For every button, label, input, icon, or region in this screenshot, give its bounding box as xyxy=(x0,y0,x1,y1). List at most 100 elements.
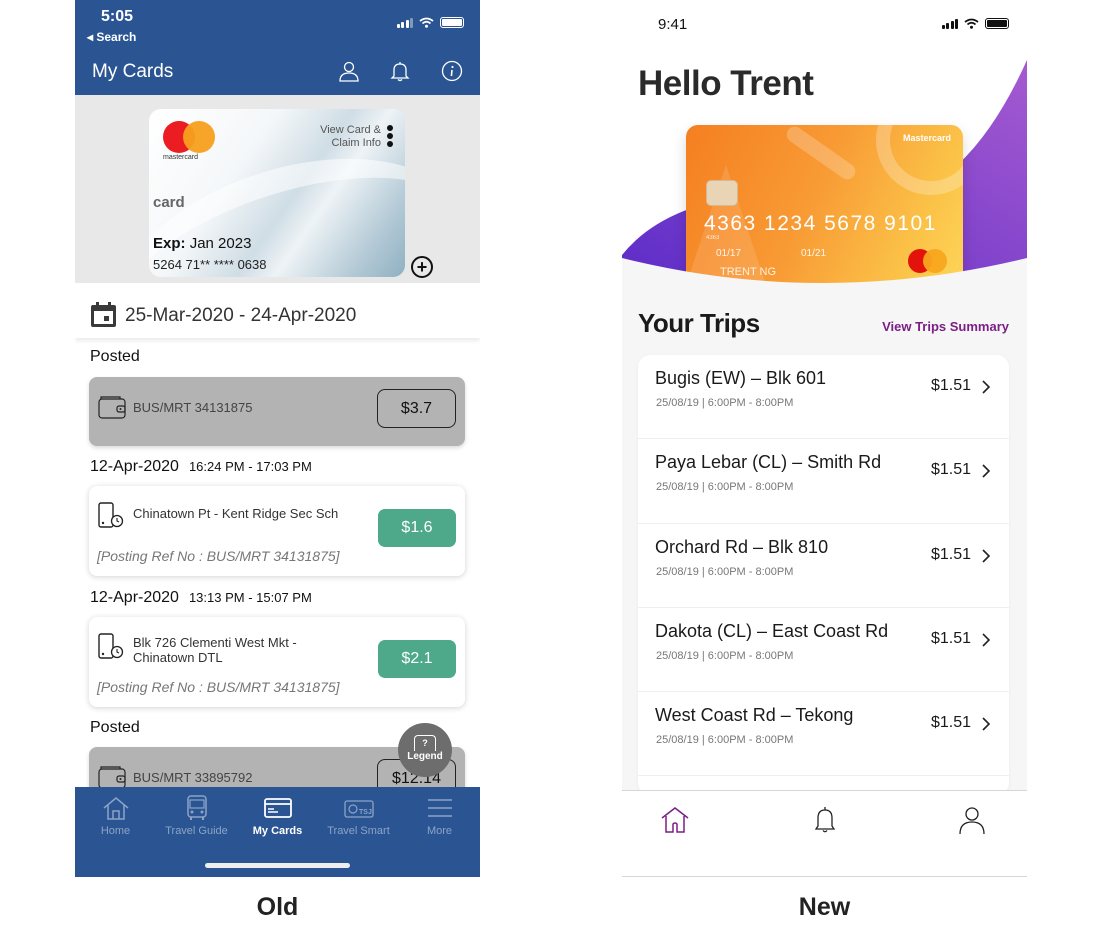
tab-more[interactable]: More xyxy=(399,795,480,837)
chevron-right-icon xyxy=(982,717,991,731)
view-info-line1: View Card & xyxy=(320,124,381,136)
posted-amount[interactable]: $3.7 xyxy=(377,389,456,428)
old-caption: Old xyxy=(256,893,299,921)
trip-fare: $1.51 xyxy=(930,545,971,563)
fare-amount-button[interactable]: $2.1 xyxy=(378,640,456,678)
card-brand: Mastercard xyxy=(902,133,951,143)
calendar-icon xyxy=(91,302,116,327)
fare-amount-button[interactable]: $1.6 xyxy=(378,509,456,547)
greeting-title: Hello Trent xyxy=(638,64,814,103)
svg-text:TSJ: TSJ xyxy=(359,809,372,816)
trip-datetime: 25/08/19 | 6:00PM - 8:00PM xyxy=(656,649,794,662)
trip-date: 12-Apr-2020 xyxy=(90,458,179,475)
tab-home[interactable]: Home xyxy=(75,795,156,837)
page-title: My Cards xyxy=(92,61,174,82)
card-number: 5264 71** **** 0638 xyxy=(153,257,267,272)
card-number-small: 4363 xyxy=(706,235,720,241)
battery-icon xyxy=(440,17,464,28)
new-app-screen: 9:41 Hello Trent Mastercard 4363 1234 56… xyxy=(622,0,1027,877)
trip-row[interactable]: Orchard Rd – Blk 810 25/08/19 | 6:00PM -… xyxy=(638,524,1009,608)
trip-time: 16:24 PM - 17:03 PM xyxy=(188,459,312,474)
bottom-tab-bar: Home Travel Guide My Cards TSJ Travel Sm… xyxy=(75,787,480,877)
chevron-right-icon xyxy=(982,549,991,563)
card-name: card xyxy=(153,194,185,211)
bell-icon[interactable] xyxy=(810,805,840,835)
trip-datetime: 25/08/19 | 6:00PM - 8:00PM xyxy=(656,397,794,409)
trip-card[interactable]: Chinatown Pt - Kent Ridge Sec Sch [Posti… xyxy=(89,486,465,576)
posted-section-label: Posted xyxy=(90,719,140,736)
info-icon[interactable] xyxy=(441,60,463,82)
trip-datetime: 25/08/19 | 6:00PM - 8:00PM xyxy=(656,481,794,494)
tab-label: Home xyxy=(100,825,131,837)
chevron-right-icon xyxy=(982,380,991,394)
trip-route: Bugis (EW) – Blk 601 xyxy=(655,368,827,388)
new-header-area: 9:41 Hello Trent Mastercard 4363 1234 56… xyxy=(622,0,1027,318)
legend-icon: ? xyxy=(414,735,436,751)
menu-icon xyxy=(427,799,452,817)
trip-row[interactable]: Dakota (CL) – East Coast Rd 25/08/19 | 6… xyxy=(638,608,1009,693)
trip-row[interactable]: West Coast Rd – Tekong 25/08/19 | 6:00PM… xyxy=(638,692,1009,777)
trip-route: West Coast Rd – Tekong xyxy=(655,705,854,726)
card-chip-icon xyxy=(706,180,738,206)
trips-section-title: Your Trips xyxy=(638,308,760,338)
tab-label: More xyxy=(426,825,453,837)
trip-route: Paya Lebar (CL) – Smith Rd xyxy=(655,452,882,473)
tab-my-cards[interactable]: My Cards xyxy=(237,795,318,837)
posted-section-label: Posted xyxy=(90,348,140,365)
old-top-bar: 5:05 ◂ Search My Cards xyxy=(75,0,480,95)
posted-transaction[interactable]: BUS/MRT 34131875 $3.7 xyxy=(89,377,465,446)
trip-route: Orchard Rd – Blk 810 xyxy=(655,536,829,557)
user-icon[interactable] xyxy=(338,60,360,82)
trip-fare: $1.51 xyxy=(930,377,971,394)
posting-ref-note: [Posting Ref No : BUS/MRT 34131875] xyxy=(97,548,340,564)
back-to-search-link[interactable]: ◂ Search xyxy=(87,30,136,44)
status-time: 5:05 xyxy=(101,8,134,25)
trip-datetime: 25/08/19 | 6:00PM - 8:00PM xyxy=(656,565,794,578)
signal-icon xyxy=(941,18,958,29)
expiry-label: Exp: xyxy=(153,235,186,252)
trip-route: Chinatown Pt - Kent Ridge Sec Sch xyxy=(133,506,339,521)
trip-card[interactable]: Blk 726 Clementi West Mkt - Chinatown DT… xyxy=(89,617,465,707)
card-number: 4363 1234 5678 9101 xyxy=(704,212,937,235)
mastercard-logo xyxy=(163,121,215,153)
date-range-text: 25-Mar-2020 - 24-Apr-2020 xyxy=(125,305,357,326)
view-trips-summary-link[interactable]: View Trips Summary xyxy=(882,319,1009,334)
trip-row[interactable]: Bugis (EW) – Blk 601 25/08/19 | 6:00PM -… xyxy=(638,355,1009,440)
wallet-icon xyxy=(98,396,126,419)
trip-route: Dakota (CL) – East Coast Rd xyxy=(655,620,889,641)
bottom-navigation xyxy=(622,790,1027,877)
posting-ref-note: [Posting Ref No : BUS/MRT 34131875] xyxy=(97,679,340,695)
chevron-right-icon xyxy=(982,633,991,647)
trip-datetime: 12-Apr-2020 16:24 PM - 17:03 PM xyxy=(90,458,312,476)
travel-smart-card-icon: TSJ xyxy=(343,800,374,818)
user-icon[interactable] xyxy=(957,805,987,835)
trip-fare: $1.51 xyxy=(930,629,971,647)
date-range-selector[interactable]: 25-Mar-2020 - 24-Apr-2020 xyxy=(75,283,480,338)
mastercard-wordmark: mastercard xyxy=(163,154,199,161)
signal-icon xyxy=(396,17,413,28)
home-icon xyxy=(103,797,128,820)
card-icon xyxy=(263,798,292,818)
bell-icon[interactable] xyxy=(389,60,411,82)
mobile-watch-icon xyxy=(98,502,124,528)
card-stroke-decoration xyxy=(783,125,859,183)
tab-label: My Cards xyxy=(252,825,303,837)
trips-list: Bugis (EW) – Blk 601 25/08/19 | 6:00PM -… xyxy=(638,355,1009,795)
tab-label: Travel Guide xyxy=(165,825,228,837)
card-carousel: mastercard View Card & Claim Info card E… xyxy=(75,95,480,283)
bus-icon xyxy=(186,795,207,820)
tab-travel-smart[interactable]: TSJ Travel Smart xyxy=(318,795,399,837)
payment-card[interactable]: mastercard View Card & Claim Info card E… xyxy=(149,109,405,277)
view-card-claim-info-link[interactable]: View Card & Claim Info xyxy=(320,124,381,150)
trip-datetime: 12-Apr-2020 13:13 PM - 15:07 PM xyxy=(90,589,312,607)
trip-route: Blk 726 Clementi West Mkt - Chinatown DT… xyxy=(133,635,297,665)
status-icons xyxy=(941,18,1009,29)
tab-travel-guide[interactable]: Travel Guide xyxy=(156,795,237,837)
legend-button[interactable]: ? Legend xyxy=(398,723,452,777)
tab-label: Travel Smart xyxy=(327,825,390,837)
posting-reference: BUS/MRT 33895792 xyxy=(133,770,253,785)
add-card-button[interactable]: + xyxy=(411,256,433,278)
more-options-icon[interactable] xyxy=(387,125,393,147)
home-icon[interactable] xyxy=(660,805,690,835)
trip-row[interactable]: Paya Lebar (CL) – Smith Rd 25/08/19 | 6:… xyxy=(638,439,1009,524)
